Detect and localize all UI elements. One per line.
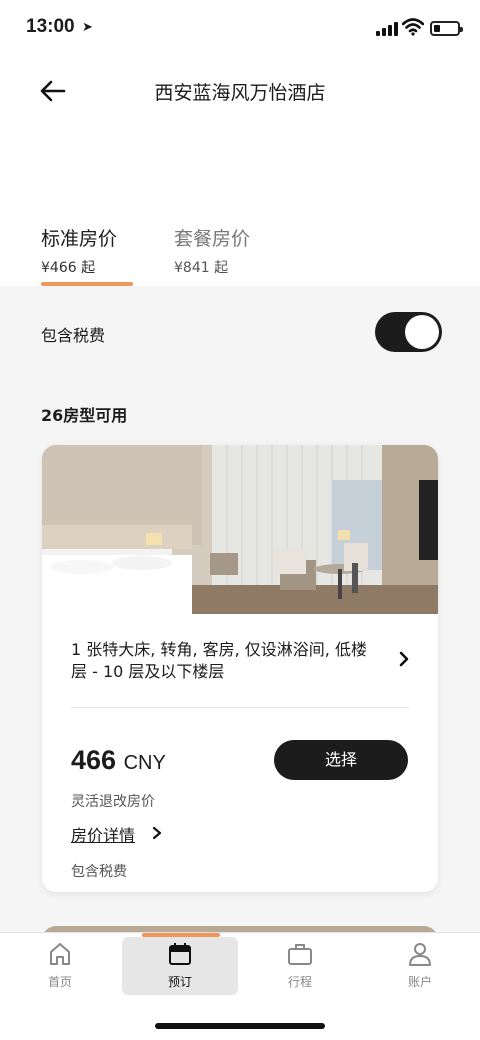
card-divider xyxy=(71,707,409,708)
tab-price: ¥466 起 xyxy=(41,260,96,276)
room-photo[interactable] xyxy=(42,445,438,614)
room-card: 1 张特大床, 转角, 客房, 仅设淋浴间, 低楼层 - 10 层及以下楼层 4… xyxy=(42,445,438,892)
tab-label: 账户 xyxy=(407,975,432,989)
room-price: 466 CNY xyxy=(71,745,166,776)
rooms-available-count: 26房型可用 xyxy=(41,406,128,425)
price-amount: 466 xyxy=(71,745,117,775)
tab-account[interactable]: 账户 xyxy=(362,941,478,990)
tab-home[interactable]: 首页 xyxy=(2,941,118,990)
person-icon xyxy=(409,943,431,966)
tab-booking[interactable]: 预订 xyxy=(122,941,238,990)
location-arrow-icon: ➤ xyxy=(82,20,93,35)
status-time: 13:00 xyxy=(26,16,75,37)
tab-trips[interactable]: 行程 xyxy=(242,941,358,990)
page-title: 西安蓝海风万怡酒店 xyxy=(154,82,326,104)
tax-toggle-row: 包含税费 xyxy=(0,286,480,378)
active-tab-indicator xyxy=(142,933,220,937)
home-icon xyxy=(50,943,70,965)
tab-label: 预订 xyxy=(167,975,192,989)
calendar-icon xyxy=(169,943,191,965)
toggle-knob xyxy=(405,315,439,349)
cellular-signal-icon xyxy=(376,22,398,36)
battery-icon xyxy=(430,21,463,36)
tab-package-rate[interactable]: 套餐房价 ¥841 起 xyxy=(174,224,250,277)
bottom-tab-bar: 首页 预订 行程 账户 xyxy=(0,932,480,1040)
tab-label: 首页 xyxy=(47,975,72,989)
rate-details-link[interactable]: 房价详情 xyxy=(71,822,135,846)
tab-label: 行程 xyxy=(287,975,312,989)
tax-included-note: 包含税费 xyxy=(71,864,127,880)
price-currency: CNY xyxy=(123,752,166,774)
home-indicator xyxy=(155,1023,325,1029)
tab-standard-rate[interactable]: 标准房价 ¥466 起 xyxy=(41,224,117,277)
tab-label: 套餐房价 xyxy=(174,228,251,250)
tax-toggle[interactable] xyxy=(375,312,442,352)
header: 西安蓝海风万怡酒店 标准房价 ¥466 起 套餐房价 ¥841 起 xyxy=(0,58,480,286)
chevron-right-icon[interactable] xyxy=(152,826,162,840)
chevron-right-icon[interactable] xyxy=(397,651,411,667)
tab-price: ¥841 起 xyxy=(174,260,229,276)
refund-policy-label: 灵活退改房价 xyxy=(71,794,155,810)
tab-label: 标准房价 xyxy=(41,228,118,250)
room-description[interactable]: 1 张特大床, 转角, 客房, 仅设淋浴间, 低楼层 - 10 层及以下楼层 xyxy=(71,639,381,683)
wifi-icon xyxy=(402,18,424,36)
briefcase-icon xyxy=(288,944,312,965)
tax-toggle-label: 包含税费 xyxy=(41,326,106,345)
select-button[interactable]: 选择 xyxy=(274,740,408,780)
status-bar: 13:00 ➤ xyxy=(0,0,480,58)
